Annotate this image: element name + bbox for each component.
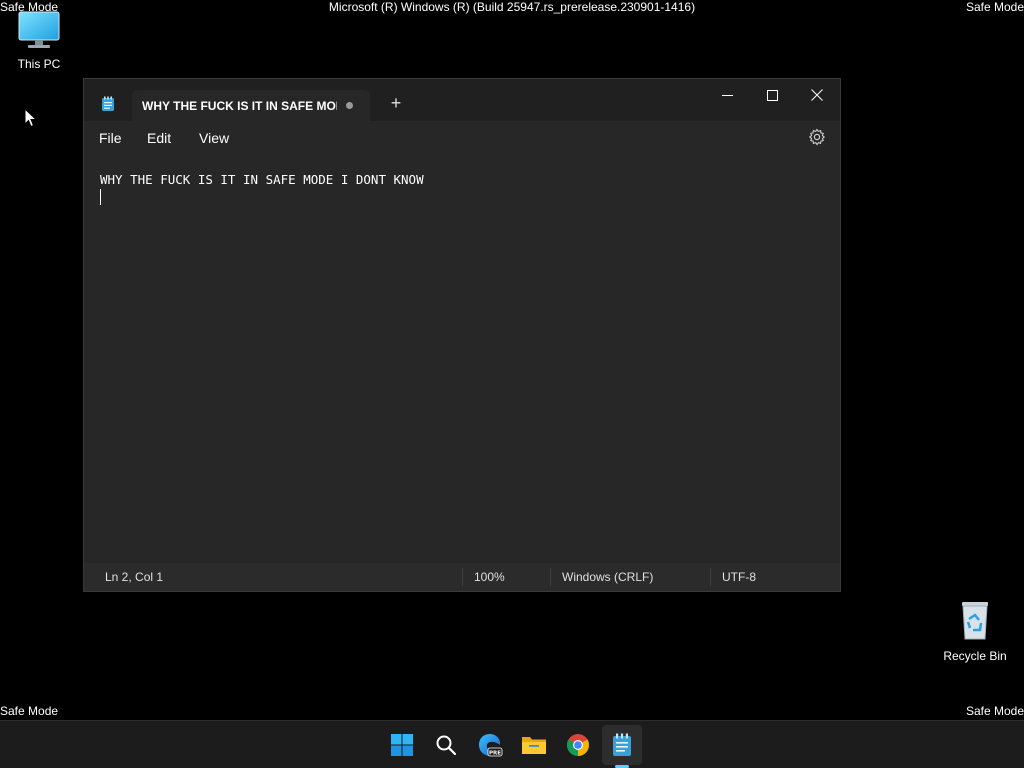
status-separator	[550, 568, 551, 586]
close-icon	[811, 89, 823, 101]
notepad-window[interactable]: WHY THE FUCK IS IT IN SAFE MOD + File Ed…	[83, 78, 841, 592]
desktop-icon-label: Recycle Bin	[943, 649, 1007, 663]
safe-mode-watermark-bottom-left: Safe Mode	[0, 704, 59, 718]
minimize-icon	[721, 94, 733, 96]
desktop: Safe Mode Microsoft (R) Windows (R) (Bui…	[0, 0, 1024, 768]
chrome-icon	[567, 734, 589, 756]
maximize-icon	[766, 89, 778, 101]
minimize-button[interactable]	[704, 79, 750, 111]
edge-preview-icon: PRE	[479, 734, 503, 757]
tab-document[interactable]: WHY THE FUCK IS IT IN SAFE MOD	[132, 90, 370, 121]
status-bar: Ln 2, Col 1 100% Windows (CRLF) UTF-8	[84, 563, 840, 591]
text-editor[interactable]: WHY THE FUCK IS IT IN SAFE MODE I DONT K…	[84, 155, 840, 563]
unsaved-dot-icon[interactable]	[346, 102, 353, 109]
taskbar-start-button[interactable]	[382, 725, 422, 765]
status-encoding[interactable]: UTF-8	[722, 570, 756, 584]
status-line-ending[interactable]: Windows (CRLF)	[562, 570, 653, 584]
gear-icon	[808, 128, 826, 146]
taskbar-chrome-button[interactable]	[558, 725, 598, 765]
taskbar-search-button[interactable]	[426, 725, 466, 765]
windows-start-icon	[391, 734, 413, 756]
menu-edit[interactable]: Edit	[147, 130, 171, 146]
safe-mode-watermark-bottom-right: Safe Mode	[965, 704, 1024, 718]
taskbar-notepad-button[interactable]	[602, 725, 642, 765]
status-zoom[interactable]: 100%	[474, 570, 505, 584]
taskbar: PRE	[0, 720, 1024, 768]
tab-title: WHY THE FUCK IS IT IN SAFE MOD	[142, 99, 337, 113]
close-button[interactable]	[794, 79, 840, 111]
status-cursor-position[interactable]: Ln 2, Col 1	[105, 570, 163, 584]
menu-view[interactable]: View	[199, 130, 229, 146]
monitor-icon	[1, 10, 77, 53]
taskbar-file-explorer-button[interactable]	[514, 725, 554, 765]
mouse-cursor-icon	[24, 107, 38, 133]
notepad-app-icon	[101, 96, 115, 117]
folder-icon	[522, 737, 546, 754]
build-watermark: Microsoft (R) Windows (R) (Build 25947.r…	[328, 0, 696, 14]
desktop-icon-recycle-bin[interactable]: Recycle Bin	[937, 598, 1013, 663]
new-tab-button[interactable]: +	[384, 91, 408, 115]
maximize-button[interactable]	[749, 79, 795, 111]
desktop-icon-this-pc[interactable]: This PC	[1, 10, 77, 71]
status-separator	[462, 568, 463, 586]
svg-text:PRE: PRE	[489, 750, 501, 756]
title-bar[interactable]: WHY THE FUCK IS IT IN SAFE MOD +	[84, 79, 840, 121]
taskbar-edge-button[interactable]: PRE	[470, 725, 510, 765]
editor-line: WHY THE FUCK IS IT IN SAFE MODE I DONT K…	[100, 172, 424, 187]
safe-mode-watermark-top-right: Safe Mode	[965, 0, 1024, 14]
settings-button[interactable]	[808, 128, 826, 151]
desktop-icon-label: This PC	[17, 57, 61, 71]
status-separator	[710, 568, 711, 586]
search-icon	[436, 735, 457, 756]
menu-bar: File Edit View	[84, 121, 840, 155]
notepad-icon	[613, 733, 631, 756]
text-caret	[100, 189, 101, 205]
menu-file[interactable]: File	[99, 130, 122, 146]
recycle-bin-icon	[937, 598, 1013, 645]
